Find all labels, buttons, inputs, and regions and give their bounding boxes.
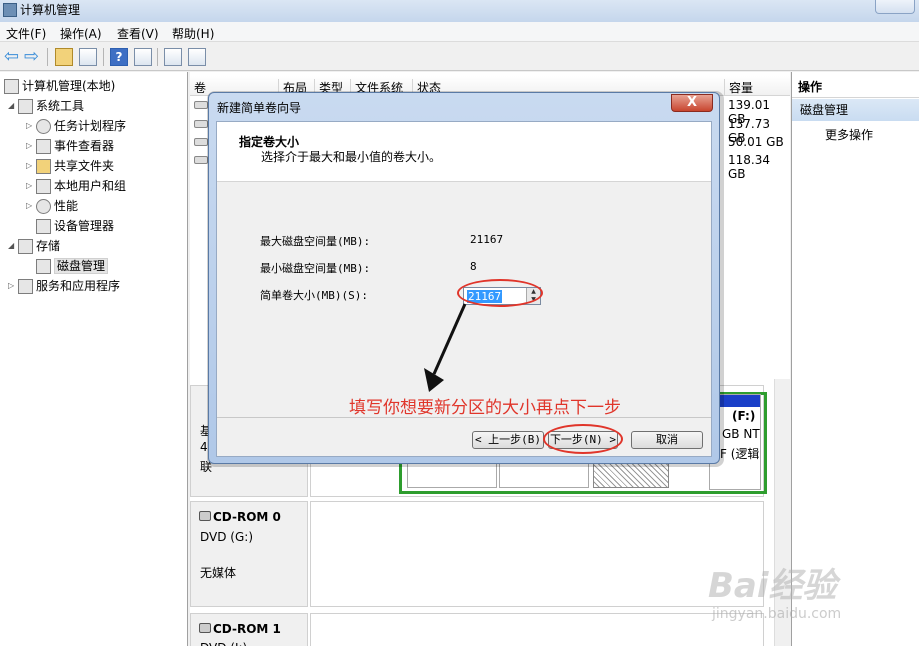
menu-view[interactable]: 查看(V) bbox=[117, 25, 159, 42]
tools-icon bbox=[18, 99, 33, 114]
max-size-label: 最大磁盘空间量(MB): bbox=[260, 235, 371, 248]
cdrom-icon bbox=[199, 511, 211, 521]
menu-file[interactable]: 文件(F) bbox=[6, 25, 46, 42]
toolbar-separator bbox=[103, 48, 104, 66]
users-icon bbox=[36, 179, 51, 194]
performance-icon bbox=[36, 199, 51, 214]
help-icon[interactable]: ? bbox=[110, 48, 128, 66]
column-volume[interactable]: 卷 bbox=[190, 79, 206, 95]
menu-bar: 文件(F) 操作(A) 查看(V) 帮助(H) bbox=[0, 22, 919, 42]
annotation-arrow-icon bbox=[424, 303, 467, 392]
toolbar-separator bbox=[157, 48, 158, 66]
menu-help[interactable]: 帮助(H) bbox=[172, 25, 214, 42]
properties-icon[interactable] bbox=[188, 48, 206, 66]
window-titlebar: 计算机管理 bbox=[0, 0, 919, 22]
expand-arrow-icon[interactable]: ▷ bbox=[8, 276, 18, 296]
computer-management-icon bbox=[3, 3, 17, 17]
menu-action[interactable]: 操作(A) bbox=[60, 25, 102, 42]
annotation-instruction: 填写你想要新分区的大小再点下一步 bbox=[349, 398, 621, 418]
expand-arrow-icon[interactable]: ▷ bbox=[26, 156, 36, 176]
watermark-url: jingyan.baidu.com bbox=[712, 606, 842, 622]
tree-performance[interactable]: ▷ 性能 bbox=[26, 196, 78, 216]
min-size-value: 8 bbox=[470, 260, 477, 273]
tree-shared-folders[interactable]: ▷ 共享文件夹 bbox=[26, 156, 114, 176]
refresh-icon[interactable] bbox=[164, 48, 182, 66]
disk-management-icon bbox=[36, 259, 51, 274]
tree-disk-management[interactable]: 磁盘管理 bbox=[36, 256, 109, 276]
cdrom-0-label[interactable]: CD-ROM 0 DVD (G:) 无媒体 bbox=[190, 501, 308, 607]
back-button[interactable]: < 上一步(B) bbox=[472, 431, 544, 449]
window-controls[interactable] bbox=[875, 0, 915, 14]
storage-icon bbox=[18, 239, 33, 254]
cancel-button[interactable]: 取消 bbox=[631, 431, 703, 449]
tree-services-apps[interactable]: ▷ 服务和应用程序 bbox=[8, 276, 120, 296]
collapse-arrow-icon[interactable]: ◢ bbox=[8, 96, 18, 116]
dialog-title: 新建简单卷向导 bbox=[217, 101, 302, 115]
show-hide-tree-icon[interactable] bbox=[79, 48, 97, 66]
services-icon bbox=[18, 279, 33, 294]
volume-icon bbox=[194, 120, 208, 128]
min-size-label: 最小磁盘空间量(MB): bbox=[260, 262, 371, 275]
device-manager-icon bbox=[36, 219, 51, 234]
more-actions-link[interactable]: 更多操作 bbox=[825, 126, 873, 143]
forward-arrow-icon[interactable]: ⇨ bbox=[24, 48, 42, 66]
volume-icon bbox=[194, 138, 208, 146]
toolbar: ⇦ ⇨ ? bbox=[0, 43, 919, 71]
tree-system-tools[interactable]: ◢ 系统工具 bbox=[8, 96, 84, 116]
tree-event-viewer[interactable]: ▷ 事件查看器 bbox=[26, 136, 114, 156]
event-viewer-icon bbox=[36, 139, 51, 154]
max-size-value: 21167 bbox=[470, 233, 504, 246]
expand-arrow-icon[interactable]: ▷ bbox=[26, 136, 36, 156]
cdrom-1-label[interactable]: CD-ROM 1 DVD (I:) bbox=[190, 613, 308, 646]
clock-icon bbox=[36, 119, 51, 134]
back-arrow-icon[interactable]: ⇦ bbox=[4, 48, 22, 66]
tree-root[interactable]: 计算机管理(本地) bbox=[4, 76, 115, 96]
collapse-arrow-icon[interactable]: ◢ bbox=[8, 236, 18, 256]
show-action-pane-icon[interactable] bbox=[134, 48, 152, 66]
tree-storage[interactable]: ◢ 存储 bbox=[8, 236, 60, 256]
tree-task-scheduler[interactable]: ▷ 任务计划程序 bbox=[26, 116, 126, 136]
volume-icon bbox=[194, 156, 208, 164]
wizard-header: 指定卷大小 选择介于最大和最小值的卷大小。 bbox=[217, 122, 711, 182]
toolbar-separator bbox=[47, 48, 48, 66]
cdrom-icon bbox=[199, 623, 211, 633]
volume-icon bbox=[194, 101, 208, 109]
actions-section-disk-management[interactable]: 磁盘管理 bbox=[792, 99, 919, 121]
cdrom-0-area bbox=[310, 501, 764, 607]
tree-device-manager[interactable]: 设备管理器 bbox=[36, 216, 114, 236]
wizard-subheading: 选择介于最大和最小值的卷大小。 bbox=[261, 150, 442, 164]
annotation-oval-next bbox=[543, 424, 623, 454]
expand-arrow-icon[interactable]: ▷ bbox=[26, 176, 36, 196]
computer-icon bbox=[4, 79, 19, 94]
tree-local-users[interactable]: ▷ 本地用户和组 bbox=[26, 176, 126, 196]
column-capacity[interactable]: 容量 bbox=[724, 79, 753, 95]
volume-size-label: 简单卷大小(MB)(S): bbox=[260, 289, 368, 302]
actions-header: 操作 bbox=[792, 78, 919, 98]
baidu-jingyan-watermark: Bai经验 jingyan.baidu.com bbox=[708, 548, 918, 646]
cdrom-1-area bbox=[310, 613, 764, 646]
navigation-tree: 计算机管理(本地) ◢ 系统工具 ▷ 任务计划程序 ▷ 事件查看器 ▷ 共享文件夹 ▷ 本… bbox=[0, 72, 188, 646]
window-title: 计算机管理 bbox=[20, 3, 81, 17]
shared-folder-icon bbox=[36, 159, 51, 174]
expand-arrow-icon[interactable]: ▷ bbox=[26, 196, 36, 216]
expand-arrow-icon[interactable]: ▷ bbox=[26, 116, 36, 136]
watermark-logo: Bai经验 bbox=[708, 566, 837, 606]
up-folder-icon[interactable] bbox=[55, 48, 73, 66]
close-icon[interactable]: X bbox=[671, 94, 713, 112]
